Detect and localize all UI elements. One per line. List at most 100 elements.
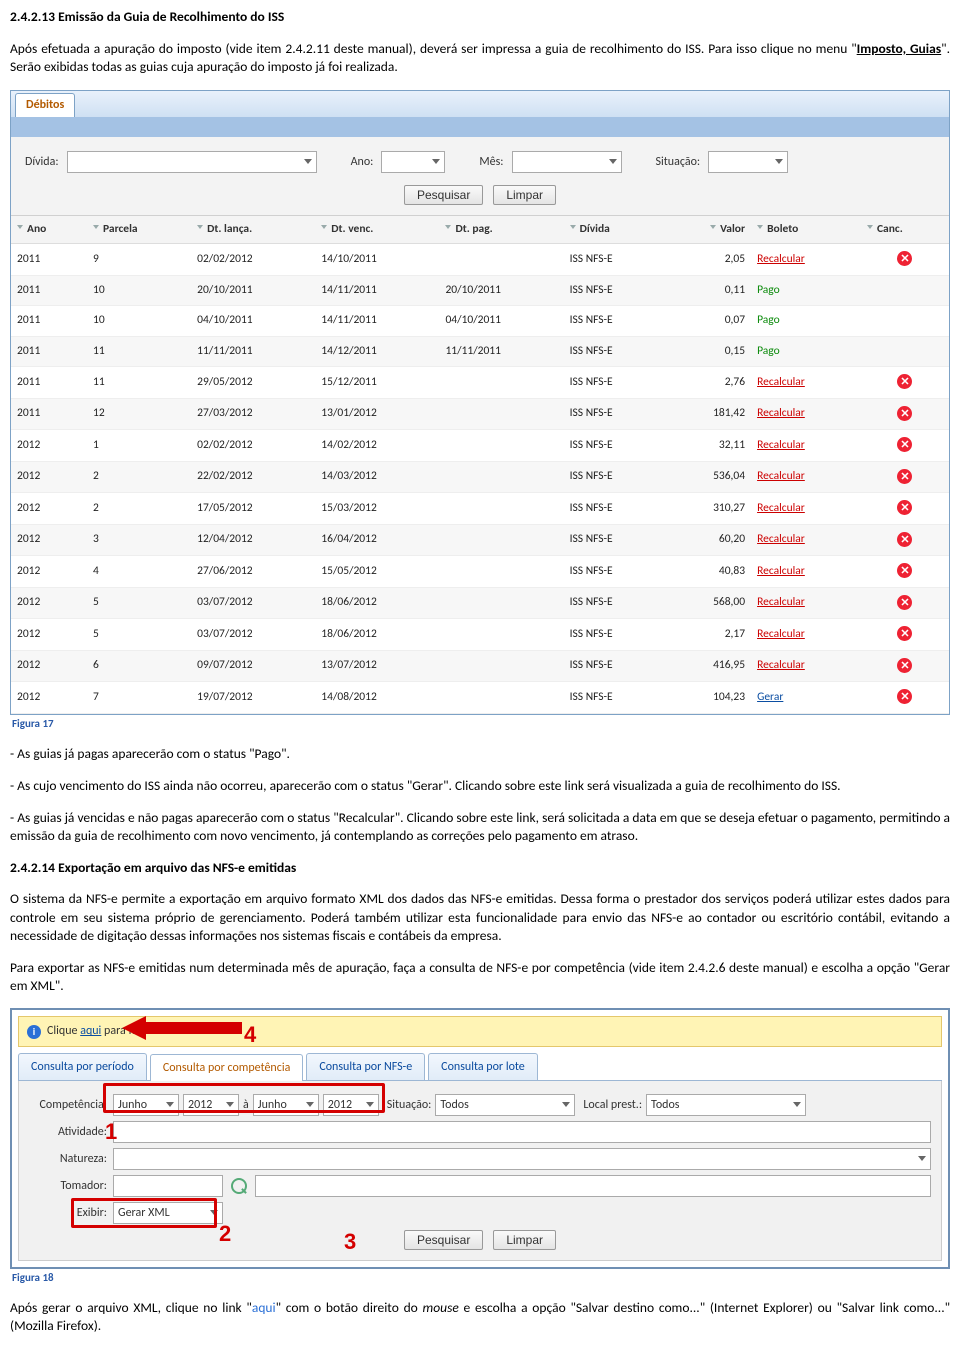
menu-imposto-guias: Imposto, Guias [857,40,942,57]
cancel-icon[interactable]: ✕ [897,500,912,515]
select-mes-inicio[interactable]: Junho [113,1094,179,1116]
select-ano-inicio[interactable]: 2012 [183,1094,239,1116]
cell-cancel[interactable]: ✕ [861,430,949,462]
cell: 14/03/2012 [315,461,439,493]
select-exibir[interactable]: Gerar XML [113,1202,223,1224]
col-header[interactable]: Ano [11,216,87,244]
cell: 2012 [11,556,87,588]
cell: 02/02/2012 [191,244,315,276]
limpar-button-2[interactable]: Limpar [493,1230,556,1250]
input-tomador-nome[interactable] [255,1175,931,1197]
search-icon[interactable] [231,1178,247,1194]
tab-debitos[interactable]: Débitos [15,93,75,117]
col-header[interactable]: Boleto [751,216,861,244]
cell-boleto[interactable]: Recalcular [751,556,861,588]
recalcular-link[interactable]: Recalcular [757,438,805,452]
col-header[interactable]: Dt. lança. [191,216,315,244]
col-header[interactable]: Canc. [861,216,949,244]
gerar-link[interactable]: Gerar [757,690,783,704]
cell: 2012 [11,619,87,651]
cell: ISS NFS-E [564,430,665,462]
tab-consulta-competencia[interactable]: Consulta por competência [150,1054,304,1081]
cell-boleto[interactable]: Recalcular [751,430,861,462]
limpar-button[interactable]: Limpar [493,185,556,205]
cell-cancel[interactable]: ✕ [861,461,949,493]
tail-para: Após gerar o arquivo XML, clique no link… [10,1299,950,1335]
cell: ISS NFS-E [564,336,665,367]
chevron-down-icon [166,1102,174,1107]
recalcular-link[interactable]: Recalcular [757,406,805,420]
select-mes-fim[interactable]: Junho [253,1094,319,1116]
select-natureza[interactable] [113,1148,931,1170]
cancel-icon[interactable]: ✕ [897,532,912,547]
cell-boleto[interactable]: Recalcular [751,493,861,525]
recalcular-link[interactable]: Recalcular [757,658,805,672]
cancel-icon[interactable]: ✕ [897,595,912,610]
recalcular-link[interactable]: Recalcular [757,627,805,641]
cancel-icon[interactable]: ✕ [897,437,912,452]
cell-boleto[interactable]: Recalcular [751,650,861,682]
cell-boleto[interactable]: Recalcular [751,244,861,276]
col-header[interactable]: Dt. venc. [315,216,439,244]
cell-boleto[interactable]: Recalcular [751,398,861,430]
cancel-icon[interactable]: ✕ [897,251,912,266]
recalcular-link[interactable]: Recalcular [757,375,805,389]
recalcular-link[interactable]: Recalcular [757,532,805,546]
cell-boleto[interactable]: Recalcular [751,461,861,493]
cell-boleto[interactable]: Recalcular [751,587,861,619]
consulta-form: Competência: Junho 2012 à Junho 2012 Sit… [18,1081,942,1261]
cell-cancel[interactable]: ✕ [861,556,949,588]
cell-boleto[interactable]: Gerar [751,682,861,714]
select-ano-fim[interactable]: 2012 [323,1094,379,1116]
tab-consulta-nfse[interactable]: Consulta por NFS-e [306,1053,425,1080]
select-situacao2[interactable]: Todos [435,1094,575,1116]
col-header[interactable]: Dívida [564,216,665,244]
cell-cancel[interactable]: ✕ [861,587,949,619]
cancel-icon[interactable]: ✕ [897,469,912,484]
cell-cancel[interactable]: ✕ [861,524,949,556]
cancel-icon[interactable]: ✕ [897,563,912,578]
cell-boleto[interactable]: Recalcular [751,524,861,556]
download-link-aqui[interactable]: aqui [80,1024,101,1038]
cancel-icon[interactable]: ✕ [897,689,912,704]
recalcular-link[interactable]: Recalcular [757,252,805,266]
cancel-icon[interactable]: ✕ [897,374,912,389]
cell-boleto[interactable]: Recalcular [751,367,861,399]
cell-cancel[interactable]: ✕ [861,682,949,714]
col-header[interactable]: Dt. pag. [439,216,563,244]
recalcular-link[interactable]: Recalcular [757,469,805,483]
tab-consulta-periodo[interactable]: Consulta por período [18,1053,147,1080]
tab-consulta-lote[interactable]: Consulta por lote [428,1053,538,1080]
input-tomador-cod[interactable] [113,1175,223,1197]
cell-cancel[interactable]: ✕ [861,244,949,276]
select-mes[interactable] [512,151,622,173]
cell-cancel[interactable]: ✕ [861,367,949,399]
lbl-mes: Mês: [479,154,503,170]
recalcular-link[interactable]: Recalcular [757,564,805,578]
sort-icon [93,225,101,233]
cell-cancel[interactable]: ✕ [861,493,949,525]
cell-cancel[interactable]: ✕ [861,650,949,682]
col-header[interactable]: Valor [665,216,751,244]
para-24214-2: Para exportar as NFS-e emitidas num dete… [10,959,950,995]
t: mouse [423,1299,459,1316]
cell-boleto[interactable]: Recalcular [751,619,861,651]
recalcular-link[interactable]: Recalcular [757,501,805,515]
col-header[interactable]: Parcela [87,216,191,244]
pesquisar-button[interactable]: Pesquisar [404,185,483,205]
select-divida[interactable] [67,151,317,173]
select-local-prest[interactable]: Todos [646,1094,806,1116]
cancel-icon[interactable]: ✕ [897,406,912,421]
cell-cancel[interactable]: ✕ [861,398,949,430]
cancel-icon[interactable]: ✕ [897,626,912,641]
cancel-icon[interactable]: ✕ [897,658,912,673]
cell-cancel[interactable]: ✕ [861,619,949,651]
select-situacao[interactable] [708,151,788,173]
recalcular-link[interactable]: Recalcular [757,595,805,609]
input-atividade[interactable] [113,1121,931,1143]
pesquisar-button-2[interactable]: Pesquisar [404,1230,483,1250]
cell: ISS NFS-E [564,524,665,556]
t: Clique [47,1024,80,1038]
cell: 17/05/2012 [191,493,315,525]
select-ano[interactable] [381,151,445,173]
